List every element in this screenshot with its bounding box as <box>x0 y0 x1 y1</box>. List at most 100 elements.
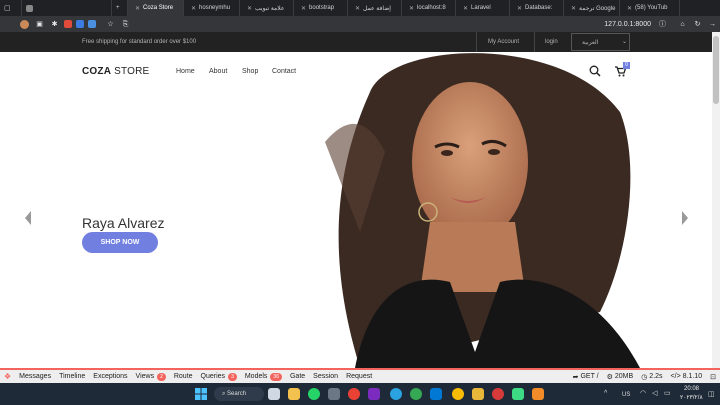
slider-next-icon[interactable] <box>680 210 690 226</box>
tab-0[interactable] <box>22 0 112 16</box>
keyboard-language[interactable]: US <box>622 392 630 398</box>
debugbar-tab-messages[interactable]: Messages <box>15 373 55 380</box>
chrome-profile-icon[interactable] <box>410 388 422 400</box>
hero-title: Raya Alvarez <box>82 215 165 231</box>
tab-9[interactable]: ✕ ترجمة Google <box>564 0 620 16</box>
debugbar-tab-session[interactable]: Session <box>309 373 342 380</box>
vscode-icon[interactable] <box>430 388 442 400</box>
views-count-badge: 2 <box>157 372 166 381</box>
cog-icon: ⚙ <box>606 373 613 381</box>
language-select-value: العربية <box>582 40 599 46</box>
nav-shop[interactable]: Shop <box>242 68 258 75</box>
request-method[interactable]: ➦ GET / <box>569 373 603 381</box>
whatsapp-icon[interactable] <box>308 388 320 400</box>
nav-contact[interactable]: Contact <box>272 68 296 75</box>
tab-5[interactable]: ✕ إضافة عمل <box>348 0 402 16</box>
profile-avatar-icon[interactable] <box>20 19 29 29</box>
shop-now-button[interactable]: SHOP NOW <box>82 232 158 253</box>
debugbar-close-icon[interactable]: ⊡ <box>706 373 720 381</box>
tab-10[interactable]: ✕ (58) YouTub <box>620 0 680 16</box>
site-logo[interactable]: COZA STORE <box>82 66 149 77</box>
chrome-icon[interactable] <box>348 388 360 400</box>
site-info-icon[interactable]: ⓘ <box>658 20 667 29</box>
android-studio-icon[interactable] <box>512 388 524 400</box>
php-version: </> 8.1.10 <box>670 373 703 380</box>
windows-start-icon[interactable] <box>195 388 207 400</box>
language-select[interactable]: العربية ⌄ <box>571 33 630 51</box>
nav-about[interactable]: About <box>209 68 227 75</box>
debugbar-tab-timeline[interactable]: Timeline <box>55 373 89 380</box>
clock-icon: ◷ <box>641 373 648 381</box>
debugbar-tab-route[interactable]: Route <box>170 373 197 380</box>
site-header: COZA STORE Home About Shop Contact 0 <box>0 52 712 92</box>
search-icon: ⌕ <box>222 391 226 397</box>
login-link[interactable]: login <box>545 39 558 45</box>
tab-7[interactable]: ✕ Laravel <box>456 0 510 16</box>
hero-model-image <box>325 53 640 368</box>
queries-count-badge: 3 <box>228 372 237 381</box>
folder-icon[interactable] <box>472 388 484 400</box>
topbar-divider <box>534 32 535 52</box>
tab-4[interactable]: ✕ bootstrap <box>294 0 348 16</box>
page-scrollbar[interactable] <box>712 32 720 368</box>
extension-blue-icon[interactable] <box>76 20 84 28</box>
tab-1[interactable]: ✕ Coza Store <box>128 0 184 16</box>
memory-usage: ⚙ 20MB <box>606 373 634 381</box>
site-topbar: Free shipping for standard order over $1… <box>0 32 712 52</box>
my-account-link[interactable]: My Account <box>488 39 519 45</box>
laravel-debugbar: ❖ Messages Timeline Exceptions Views 2 Ro… <box>0 368 720 383</box>
debugbar-tab-gate[interactable]: Gate <box>286 373 309 380</box>
battery-icon[interactable]: ▭ <box>664 389 671 397</box>
debugbar-tab-exceptions[interactable]: Exceptions <box>89 373 131 380</box>
code-icon: </> <box>670 373 681 380</box>
browser-menu-icon[interactable]: ▢ <box>0 0 22 16</box>
tray-chevron-icon[interactable]: ^ <box>604 390 607 397</box>
clock-time[interactable]: 20:08 <box>684 386 699 392</box>
new-tab-button[interactable]: + <box>112 0 128 16</box>
models-count-badge: 36 <box>270 372 282 381</box>
clock-date[interactable]: ٢٠٢٣/٢/٨ <box>680 394 703 401</box>
extension-red-icon[interactable] <box>64 20 72 28</box>
xampp-icon[interactable] <box>532 388 544 400</box>
file-explorer-icon[interactable] <box>288 388 300 400</box>
extensions-icon[interactable]: ✱ <box>50 20 59 29</box>
notification-icon[interactable]: ◫ <box>708 390 715 398</box>
tab-3[interactable]: ✕ علامة تبويب <box>240 0 294 16</box>
tab-6[interactable]: ✕ localhost:8 <box>402 0 456 16</box>
tab-search-icon[interactable]: ▣ <box>35 20 44 29</box>
taskbar-search[interactable]: ⌕ Search <box>214 387 264 401</box>
nav-home[interactable]: Home <box>176 68 195 75</box>
url-field[interactable]: 127.0.0.1:8000 <box>604 21 651 28</box>
chevron-down-icon: ⌄ <box>622 39 628 45</box>
task-view-icon[interactable] <box>268 388 280 400</box>
cart-count-badge: 0 <box>623 62 630 69</box>
slider-prev-icon[interactable] <box>23 210 33 226</box>
opera-icon[interactable] <box>492 388 504 400</box>
adobe-xd-icon[interactable] <box>368 388 380 400</box>
tab-2[interactable]: ✕ hosneymhu <box>184 0 240 16</box>
chrome-active-icon[interactable] <box>452 388 464 400</box>
scrollbar-thumb[interactable] <box>713 36 719 104</box>
debugbar-tab-queries[interactable]: Queries 3 <box>197 372 241 381</box>
debugbar-tab-request[interactable]: Request <box>342 373 376 380</box>
debugbar-tab-models[interactable]: Models 36 <box>241 372 286 381</box>
back-icon[interactable]: → <box>708 20 717 29</box>
telegram-icon[interactable] <box>390 388 402 400</box>
debugbar-logo-icon[interactable]: ❖ <box>0 372 15 381</box>
extension-translate-icon[interactable] <box>88 20 96 28</box>
settings-icon[interactable] <box>328 388 340 400</box>
share-icon: ➦ <box>572 373 579 381</box>
volume-icon[interactable]: ◁ <box>652 389 657 397</box>
debugbar-tab-views[interactable]: Views 2 <box>132 372 170 381</box>
share-icon[interactable]: ⎘ <box>121 20 130 29</box>
search-icon[interactable] <box>589 65 601 77</box>
bookmark-star-icon[interactable]: ☆ <box>106 20 115 29</box>
website-viewport: Free shipping for standard order over $1… <box>0 32 712 368</box>
browser-toolbar: ▣ ✱ ☆ ⎘ 127.0.0.1:8000 ⓘ ⌂ ↻ → <box>0 16 720 32</box>
tab-8[interactable]: ✕ Database: <box>510 0 564 16</box>
wifi-icon[interactable]: ◠ <box>640 389 646 397</box>
topbar-divider <box>476 32 477 52</box>
reload-icon[interactable]: ↻ <box>693 20 702 29</box>
home-icon[interactable]: ⌂ <box>678 20 687 29</box>
shipping-notice: Free shipping for standard order over $1… <box>82 39 197 45</box>
